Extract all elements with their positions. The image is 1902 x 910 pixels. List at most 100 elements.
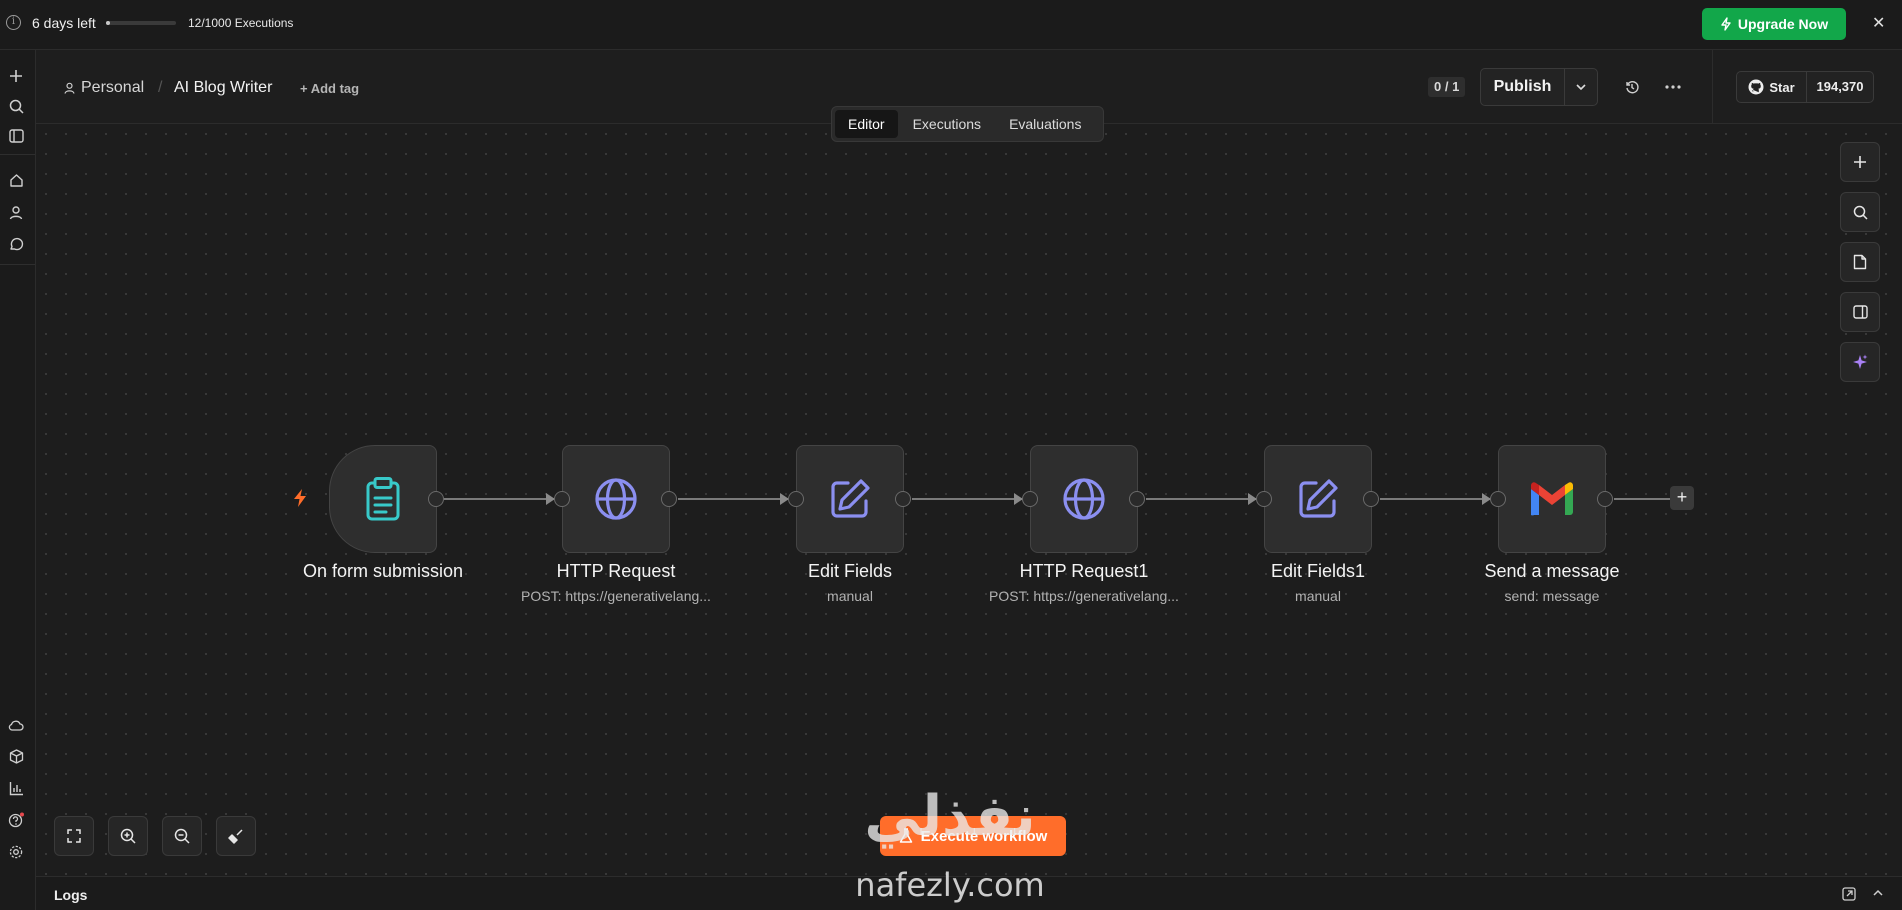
node-http-request1[interactable] [1030,445,1138,553]
node-label: Edit Fields [807,561,893,581]
tidy-up-button[interactable] [216,816,256,856]
home-icon[interactable] [4,168,28,192]
tab-executions[interactable]: Executions [900,110,994,138]
github-star-count: 194,370 [1816,79,1864,94]
close-banner-icon[interactable]: ✕ [1872,13,1885,33]
node-label: HTTP Request1 [1019,561,1149,581]
input-port[interactable] [1256,491,1272,507]
publish-button[interactable]: Publish [1481,69,1565,105]
zoom-in-icon [120,828,136,844]
globe-icon [1063,478,1105,520]
breadcrumb-separator: / [158,79,163,96]
zoom-out-button[interactable] [162,816,202,856]
workflow-canvas[interactable] [36,124,1902,876]
workflow-title[interactable]: AI Blog Writer [174,79,272,97]
node-subtitle: POST: https://generativelang... [521,588,711,604]
executions-progress-fill [106,21,111,25]
connection-end [1614,498,1670,500]
view-tabs: Editor Executions Evaluations [831,106,1104,142]
connection-5 [1380,498,1490,500]
input-port[interactable] [788,491,804,507]
history-icon[interactable] [1622,77,1642,97]
search-icon[interactable] [4,94,28,118]
cloud-icon[interactable] [4,713,28,737]
output-port[interactable] [1363,491,1379,507]
fullscreen-icon [67,829,81,843]
search-nodes-button[interactable] [1840,192,1880,232]
output-port[interactable] [1597,491,1613,507]
flask-icon [899,828,912,843]
node-on-form-submission[interactable] [329,445,437,553]
execute-workflow-button[interactable]: Execute workflow [880,816,1066,856]
package-icon[interactable] [4,744,28,768]
output-port[interactable] [895,491,911,507]
user-icon[interactable] [4,200,28,224]
output-port[interactable] [1129,491,1145,507]
bolt-icon [1721,17,1731,31]
connection-1 [444,498,554,500]
node-send-a-message[interactable] [1498,445,1606,553]
tab-editor[interactable]: Editor [835,110,898,138]
executions-progress-bar [106,21,176,25]
add-next-node-button[interactable]: + [1670,486,1694,510]
sparkle-icon [1853,354,1868,369]
node-edit-fields[interactable] [796,445,904,553]
input-port[interactable] [1490,491,1506,507]
help-icon[interactable] [4,808,28,832]
sticky-note-button[interactable] [1840,242,1880,282]
fit-view-button[interactable] [54,816,94,856]
connection-3 [912,498,1022,500]
upgrade-now-label: Upgrade Now [1737,16,1829,32]
add-tag-button[interactable]: + Add tag [300,81,359,96]
publish-options-dropdown[interactable] [1565,69,1597,105]
toggle-panel-button[interactable] [1840,292,1880,332]
upgrade-now-button[interactable]: Upgrade Now [1702,8,1846,40]
ai-assistant-button[interactable] [1840,342,1880,382]
sticky-note-icon [1853,254,1867,270]
node-subtitle: manual [1295,588,1341,604]
execute-workflow-label: Execute workflow [920,827,1048,845]
github-star-button[interactable]: Star 194,370 [1736,71,1874,103]
trial-banner: i 6 days left 12/1000 Executions Upgrade… [0,0,1902,50]
node-subtitle: send: message [1504,588,1600,604]
chevron-up-icon[interactable] [1872,889,1884,897]
panel-right-icon [1852,305,1868,319]
chat-icon[interactable] [4,232,28,256]
edit-icon [1299,479,1338,518]
add-node-button[interactable] [1840,142,1880,182]
project-name: Personal [81,79,145,96]
chevron-down-icon [1576,84,1586,91]
zoom-in-button[interactable] [108,816,148,856]
logs-label: Logs [54,887,88,903]
tab-evaluations[interactable]: Evaluations [996,110,1094,138]
add-icon[interactable] [4,64,28,88]
publish-button-group: Publish [1480,68,1598,106]
settings-gear-icon[interactable] [4,840,28,864]
edit-icon [831,479,870,518]
globe-icon [595,478,637,520]
output-port[interactable] [428,491,444,507]
input-port[interactable] [1022,491,1038,507]
github-star[interactable]: Star [1737,72,1807,102]
node-label: Send a message [1484,561,1620,581]
user-icon [64,82,75,94]
node-subtitle: manual [827,588,873,604]
node-label: On form submission [302,561,464,581]
version-counter-badge: 0 / 1 [1428,77,1466,97]
logs-panel[interactable]: Logs [36,876,1902,910]
search-icon [1853,205,1868,220]
insights-chart-icon[interactable] [4,776,28,800]
zoom-out-icon [174,828,190,844]
connection-2 [678,498,788,500]
node-http-request[interactable] [562,445,670,553]
popout-icon[interactable] [1842,887,1856,901]
info-icon: i [6,15,21,30]
plus-icon [1854,156,1866,168]
node-label: HTTP Request [556,561,676,581]
output-port[interactable] [661,491,677,507]
node-edit-fields1[interactable] [1264,445,1372,553]
input-port[interactable] [554,491,570,507]
panel-toggle-icon[interactable] [4,124,28,148]
breadcrumb-project[interactable]: Personal [64,79,144,97]
more-options-icon[interactable] [1663,77,1683,97]
